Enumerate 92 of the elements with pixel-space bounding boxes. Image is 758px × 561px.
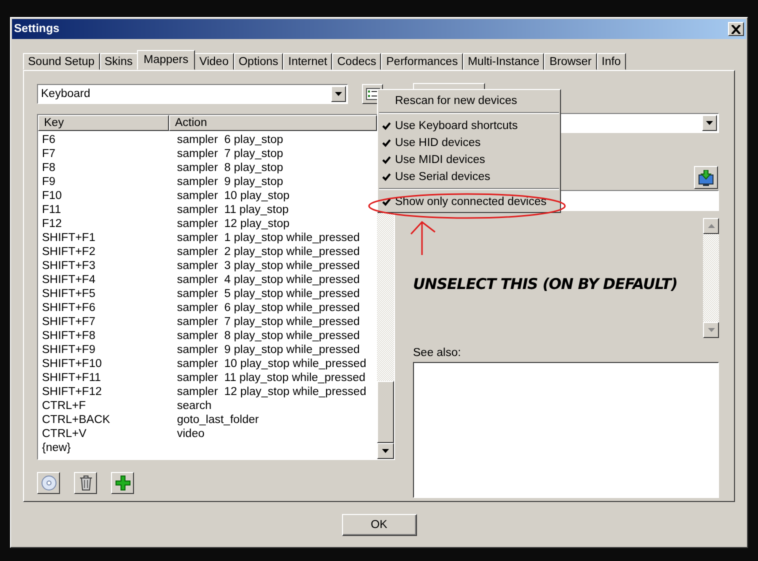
import-button[interactable] bbox=[694, 166, 718, 189]
key-cell: SHIFT+F10 bbox=[42, 358, 102, 370]
action-cell: sampler 6 play_stop while_pressed bbox=[177, 302, 360, 314]
close-icon bbox=[731, 24, 741, 34]
tab[interactable]: Multi-Instance bbox=[462, 53, 544, 70]
tab[interactable]: Browser bbox=[544, 53, 597, 70]
action-cell: sampler 12 play_stop while_pressed bbox=[177, 386, 366, 398]
see-also-label: See also: bbox=[413, 346, 462, 360]
add-button[interactable] bbox=[111, 472, 134, 494]
action-cell: sampler 4 play_stop while_pressed bbox=[177, 274, 360, 286]
action-cell: sampler 9 play_stop while_pressed bbox=[177, 344, 360, 356]
scroll-up-button[interactable] bbox=[703, 218, 719, 234]
key-cell: SHIFT+F8 bbox=[42, 330, 96, 342]
action-cell: sampler 3 play_stop while_pressed bbox=[177, 260, 360, 272]
key-cell: SHIFT+F6 bbox=[42, 302, 96, 314]
menu-item[interactable]: Use HID devices bbox=[378, 134, 560, 151]
key-cell: F11 bbox=[42, 204, 61, 216]
key-cell: SHIFT+F3 bbox=[42, 260, 96, 272]
close-button[interactable] bbox=[728, 22, 744, 36]
tab[interactable]: Video bbox=[194, 53, 234, 70]
action-cell: sampler 7 play_stop while_pressed bbox=[177, 316, 360, 328]
tab[interactable]: Info bbox=[596, 53, 626, 70]
key-cell: SHIFT+F12 bbox=[42, 386, 102, 398]
load-button[interactable] bbox=[37, 472, 60, 494]
menu-item-label: Rescan for new devices bbox=[395, 94, 518, 106]
column-header[interactable]: Action bbox=[169, 115, 377, 131]
action-cell: sampler 7 play_stop bbox=[177, 148, 284, 160]
down-arrow-icon bbox=[382, 449, 389, 453]
annotation-arrow bbox=[409, 220, 437, 256]
action-cell: sampler 10 play_stop while_pressed bbox=[177, 358, 366, 370]
action-cell: sampler 2 play_stop while_pressed bbox=[177, 246, 360, 258]
scroll-down-button[interactable] bbox=[703, 322, 719, 338]
key-cell: F12 bbox=[42, 218, 62, 230]
up-arrow-icon bbox=[708, 224, 714, 228]
tab[interactable]: Internet bbox=[283, 53, 332, 70]
scroll-down-button[interactable] bbox=[377, 443, 394, 459]
key-cell: SHIFT+F9 bbox=[42, 344, 96, 356]
action-cell: sampler 5 play_stop while_pressed bbox=[177, 288, 360, 300]
column-header[interactable]: Key bbox=[38, 115, 169, 131]
action-cell: sampler 9 play_stop bbox=[177, 176, 284, 188]
trash-icon bbox=[78, 475, 92, 491]
window-title: Settings bbox=[14, 23, 60, 35]
scroll-thumb[interactable] bbox=[377, 381, 394, 443]
action-cell: video bbox=[177, 428, 204, 440]
key-cell: SHIFT+F2 bbox=[42, 246, 96, 258]
tab[interactable]: Performances bbox=[381, 53, 463, 70]
action-cell: sampler 8 play_stop while_pressed bbox=[177, 330, 360, 342]
key-cell: F6 bbox=[42, 134, 56, 146]
key-cell: F7 bbox=[42, 148, 56, 160]
key-cell: CTRL+V bbox=[42, 428, 86, 440]
key-cell: SHIFT+F5 bbox=[42, 288, 96, 300]
key-cell: SHIFT+F11 bbox=[42, 372, 101, 384]
menu-item[interactable]: Use MIDI devices bbox=[378, 151, 560, 168]
key-cell: F10 bbox=[42, 190, 62, 202]
tab[interactable]: Sound Setup bbox=[23, 53, 100, 70]
key-cell: SHIFT+F1 bbox=[42, 232, 96, 244]
menu-item-label: Use Keyboard shortcuts bbox=[395, 120, 518, 132]
key-cell: F9 bbox=[42, 176, 56, 188]
action-cell: sampler 1 play_stop while_pressed bbox=[177, 232, 360, 244]
action-cell: sampler 11 play_stop bbox=[177, 204, 289, 216]
device-dropdown[interactable]: Keyboard bbox=[37, 84, 348, 104]
down-arrow-icon bbox=[708, 328, 714, 332]
key-cell: SHIFT+F7 bbox=[42, 316, 96, 328]
menu-item[interactable]: Rescan for new devices bbox=[378, 92, 560, 109]
delete-button[interactable] bbox=[74, 472, 97, 494]
monitor-download-icon bbox=[698, 170, 714, 186]
action-cell: sampler 10 play_stop bbox=[177, 190, 290, 202]
menu-item[interactable]: Use Serial devices bbox=[378, 168, 560, 185]
action-cell: goto_last_folder bbox=[177, 414, 259, 426]
plus-icon bbox=[114, 475, 130, 491]
tab[interactable]: Mappers bbox=[136, 50, 196, 70]
menu-item-label: Use MIDI devices bbox=[395, 154, 486, 166]
key-cell: SHIFT+F4 bbox=[42, 274, 96, 286]
key-cell: F8 bbox=[42, 162, 56, 174]
key-cell: CTRL+F bbox=[42, 400, 86, 412]
tab[interactable]: Skins bbox=[100, 53, 138, 70]
menu-item[interactable]: Use Keyboard shortcuts bbox=[378, 117, 560, 134]
menu-item-label: Use Serial devices bbox=[395, 170, 490, 182]
menu-item-label: Use HID devices bbox=[395, 136, 481, 148]
action-cell: sampler 12 play_stop bbox=[177, 218, 290, 230]
action-cell: search bbox=[177, 400, 212, 412]
ok-button[interactable]: OK bbox=[342, 514, 416, 536]
annotation-text: UNSELECT THIS (ON BY DEFAULT) bbox=[413, 275, 678, 293]
key-cell: {new} bbox=[42, 442, 71, 454]
key-cell: CTRL+BACK bbox=[42, 414, 110, 426]
disc-icon bbox=[40, 475, 56, 491]
action-cell: sampler 8 play_stop bbox=[177, 162, 284, 174]
action-cell: sampler 11 play_stop while_pressed bbox=[177, 372, 366, 384]
tab[interactable]: Codecs bbox=[332, 53, 382, 70]
scrollbar[interactable] bbox=[703, 218, 719, 338]
action-cell: sampler 6 play_stop bbox=[177, 134, 284, 146]
tab[interactable]: Options bbox=[234, 53, 284, 70]
